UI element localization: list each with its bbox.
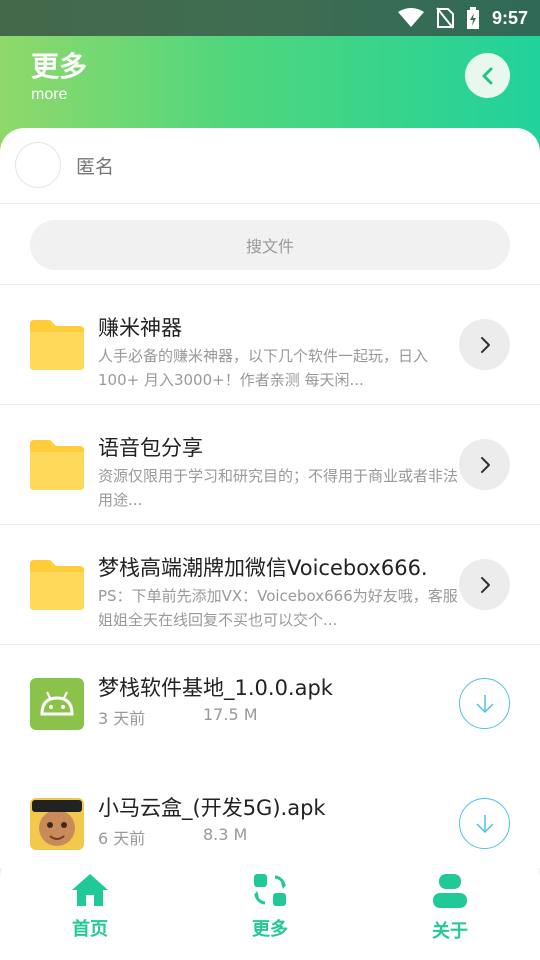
status-bar: 9:57: [0, 0, 540, 36]
user-row[interactable]: 匿名: [0, 128, 540, 204]
download-icon: [475, 814, 494, 833]
main-panel: 匿名 搜文件 赚米神器 人手必备的赚米神器，以下几个软件一起玩，日入100+ 月…: [0, 128, 540, 868]
nav-item-more[interactable]: 更多: [180, 855, 360, 960]
download-button[interactable]: [459, 678, 510, 729]
open-folder-button[interactable]: [459, 319, 510, 370]
search-row: 搜文件: [0, 205, 540, 285]
user-name: 匿名: [76, 156, 115, 178]
more-icon: [254, 874, 286, 906]
file-item[interactable]: 梦栈软件基地_1.0.0.apk 3 天前 17.5 M: [0, 645, 540, 765]
no-sim-icon: [436, 7, 454, 29]
file-title: 小马云盒_(开发5G).apk: [98, 796, 326, 820]
folder-title: 梦栈高端潮牌加微信Voicebox666.: [98, 556, 428, 580]
home-icon: [72, 874, 108, 906]
file-size: 17.5 M: [203, 705, 258, 724]
search-input[interactable]: 搜文件: [30, 220, 510, 270]
file-item[interactable]: 小马云盒_(开发5G).apk 6 天前 8.3 M: [0, 765, 540, 868]
nav-label-more: 更多: [252, 919, 288, 940]
chevron-right-icon: [480, 336, 490, 353]
folder-title: 赚米神器: [98, 316, 182, 340]
file-list: 赚米神器 人手必备的赚米神器，以下几个软件一起玩，日入100+ 月入3000+！…: [0, 285, 540, 868]
chevron-left-icon: [482, 67, 492, 84]
folder-description: 资源仅限用于学习和研究目的；不得用于商业或者非法用途...: [98, 467, 459, 509]
folder-title: 语音包分享: [98, 436, 203, 460]
file-size: 8.3 M: [203, 825, 248, 844]
folder-description: 人手必备的赚米神器，以下几个软件一起玩，日入100+ 月入3000+！作者亲测 …: [98, 347, 429, 389]
user-icon: [433, 874, 467, 908]
nav-item-home[interactable]: 首页: [0, 855, 180, 960]
back-button[interactable]: [465, 53, 510, 98]
folder-item[interactable]: 语音包分享 资源仅限用于学习和研究目的；不得用于商业或者非法用途...: [0, 405, 540, 525]
page-title: 更多: [31, 50, 88, 83]
folder-icon: [30, 440, 84, 490]
battery-icon: [466, 7, 479, 29]
android-icon: [30, 678, 84, 730]
folder-item[interactable]: 赚米神器 人手必备的赚米神器，以下几个软件一起玩，日入100+ 月入3000+！…: [0, 285, 540, 405]
file-time: 3 天前: [98, 709, 146, 728]
wifi-icon: [397, 8, 424, 27]
file-title: 梦栈软件基地_1.0.0.apk: [98, 676, 333, 700]
download-button[interactable]: [459, 798, 510, 849]
file-meta: 3 天前 17.5 M: [98, 705, 258, 729]
nav-item-about[interactable]: 关于: [360, 855, 540, 960]
file-meta: 6 天前 8.3 M: [98, 825, 247, 849]
avatar[interactable]: [15, 142, 61, 188]
folder-item[interactable]: 梦栈高端潮牌加微信Voicebox666. PS：下单前先添加VX：Voiceb…: [0, 525, 540, 645]
file-time: 6 天前: [98, 829, 146, 848]
chevron-right-icon: [480, 456, 490, 473]
bottom-nav: 首页 更多 关于: [0, 855, 540, 960]
chevron-right-icon: [480, 576, 490, 593]
open-folder-button[interactable]: [459, 559, 510, 610]
nav-label-home: 首页: [72, 919, 108, 940]
status-time: 9:57: [491, 7, 528, 28]
open-folder-button[interactable]: [459, 439, 510, 490]
folder-description: PS：下单前先添加VX：Voicebox666为好友哦，客服姐姐全天在线回复不买…: [98, 587, 458, 629]
page-subtitle: more: [31, 86, 68, 103]
folder-icon: [30, 320, 84, 370]
app-thumbnail: [30, 798, 84, 850]
nav-label-about: 关于: [432, 921, 468, 942]
folder-icon: [30, 560, 84, 610]
download-icon: [475, 694, 494, 713]
